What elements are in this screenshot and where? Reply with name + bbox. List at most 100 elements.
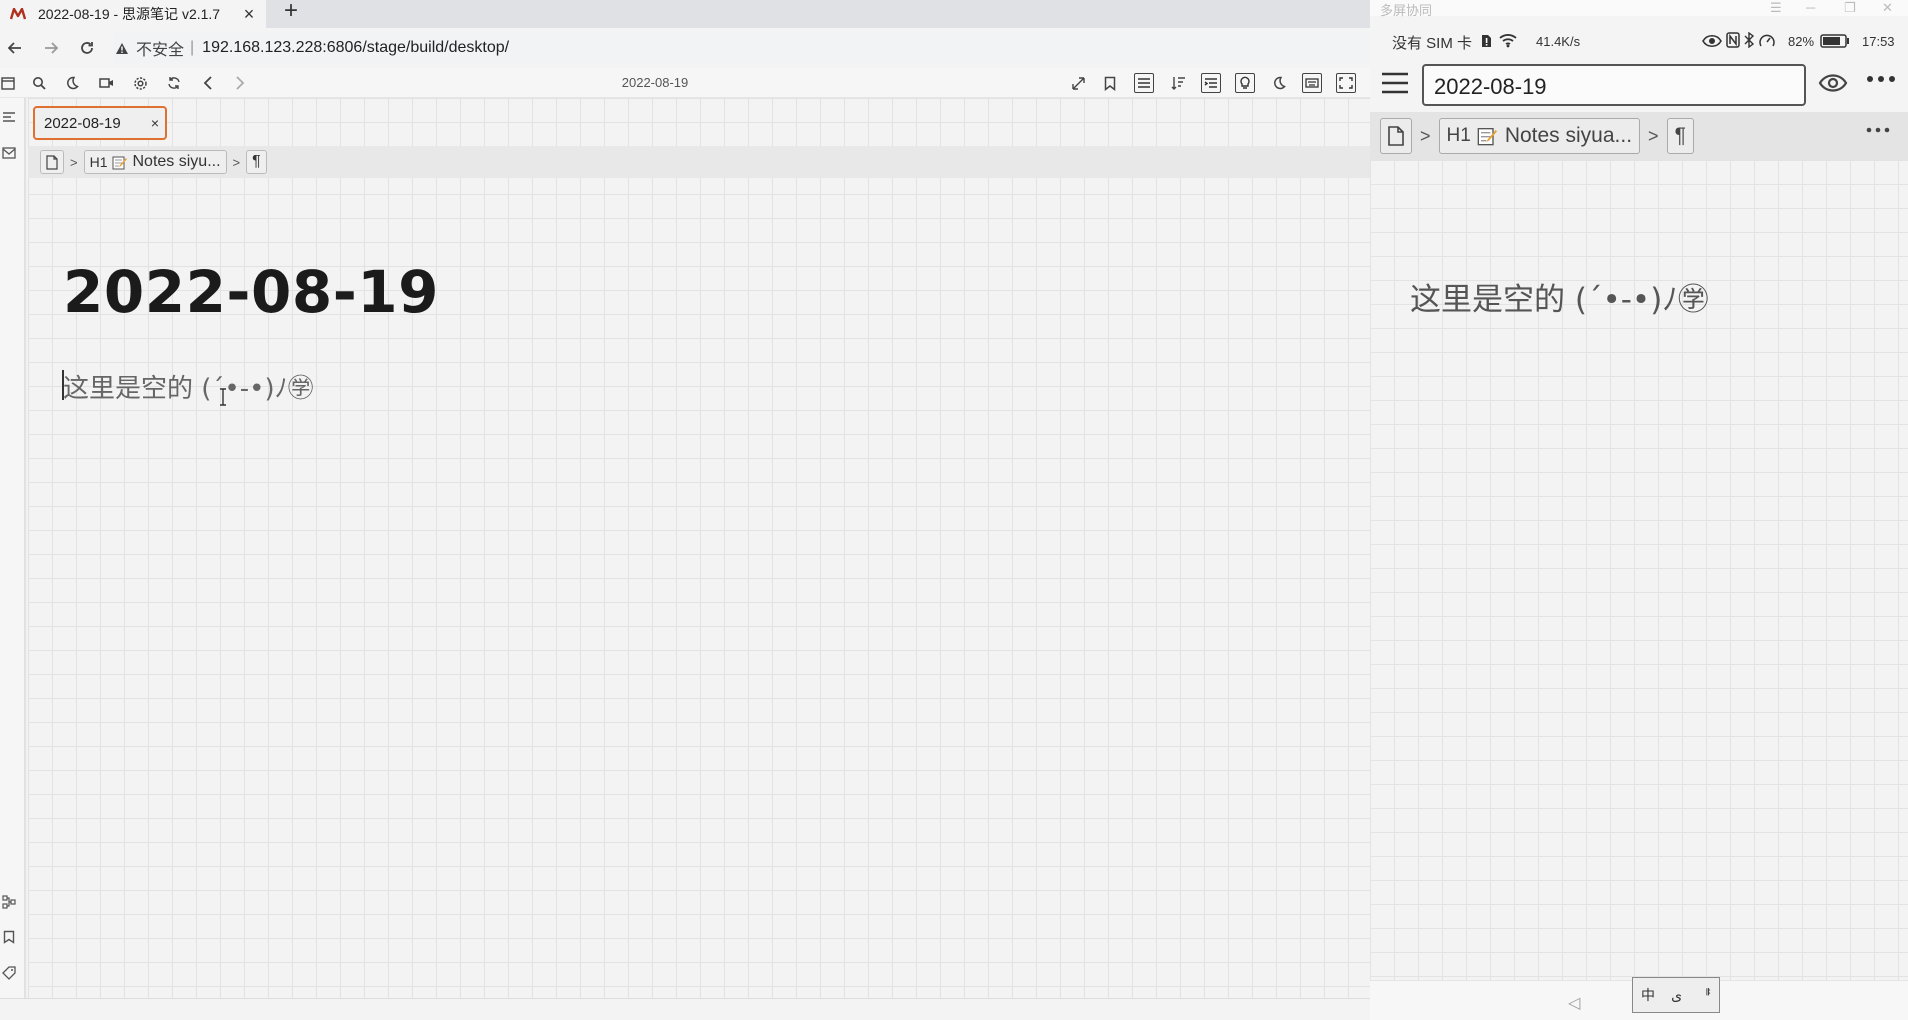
network-speed: 41.4K/s bbox=[1536, 34, 1581, 49]
document-icon bbox=[46, 154, 58, 170]
video-icon[interactable] bbox=[96, 73, 116, 93]
empty-document-placeholder[interactable]: 这里是空的 (´•-•)ﾉ㊫ bbox=[63, 368, 314, 405]
menu-icon[interactable]: ☰ bbox=[1770, 0, 1782, 16]
speedometer-icon bbox=[1759, 33, 1775, 48]
breadcrumb-separator-icon: > bbox=[70, 154, 78, 170]
url-separator: | bbox=[190, 39, 195, 56]
input-method-floating-bar[interactable]: 中 ى ᆙ bbox=[1632, 977, 1720, 1013]
mirror-window-name: 多屏协同 bbox=[1380, 3, 1433, 18]
phone-status-bar: 没有 SIM 卡 41.4K/s 82% 17:53 bbox=[1370, 26, 1908, 56]
back-icon bbox=[7, 40, 23, 56]
bluetooth-icon bbox=[1744, 32, 1754, 48]
eye-icon bbox=[1702, 34, 1722, 48]
hamburger-menu-icon[interactable] bbox=[1380, 70, 1410, 96]
outline-icon[interactable] bbox=[1201, 73, 1221, 93]
tag-icon[interactable] bbox=[0, 964, 18, 982]
close-tab-icon[interactable]: × bbox=[240, 5, 258, 23]
status-bar bbox=[0, 998, 1370, 1020]
memo-icon bbox=[112, 155, 127, 170]
breadcrumb-separator-icon: > bbox=[1648, 125, 1659, 146]
document-search-input[interactable]: 2022-08-19 bbox=[1422, 64, 1806, 106]
breadcrumb: > H1 Notes siyu... > ¶ bbox=[28, 146, 1370, 178]
sim-alert-icon bbox=[1481, 34, 1492, 48]
breadcrumb-separator-icon: > bbox=[1420, 125, 1431, 146]
list-icon[interactable] bbox=[1134, 73, 1154, 93]
file-tree-icon[interactable] bbox=[0, 108, 18, 126]
memo-icon bbox=[1477, 126, 1497, 146]
mirror-titlebar: 多屏协同 ☰ ─ ❐ ✕ bbox=[1370, 0, 1908, 18]
close-icon[interactable]: ✕ bbox=[1882, 0, 1893, 16]
breadcrumb-document-button[interactable] bbox=[40, 150, 64, 174]
phone-app-header: 2022-08-19 bbox=[1370, 58, 1908, 112]
nav-back-button[interactable]: ◁ bbox=[1568, 993, 1580, 1013]
phone-editor-area: 这里是空的 (´•-•)ﾉ㊫ bbox=[1370, 160, 1908, 980]
forward-button[interactable] bbox=[38, 35, 64, 61]
breadcrumb-more-icon[interactable] bbox=[1866, 126, 1898, 146]
ime-key[interactable]: ى bbox=[1671, 987, 1682, 1004]
back-button[interactable] bbox=[2, 35, 28, 61]
address-row: 不安全 | 192.168.123.228:6806/stage/build/d… bbox=[0, 28, 1370, 68]
breadcrumb-paragraph-button[interactable]: ¶ bbox=[1666, 118, 1694, 154]
inbox-icon[interactable] bbox=[0, 144, 18, 162]
breadcrumb-notebook-label: Notes siyu... bbox=[132, 153, 221, 170]
browser-tabstrip: 2022-08-19 - 思源笔记 v2.1.7 × + bbox=[0, 0, 1370, 28]
breadcrumb-heading-item[interactable]: H1 Notes siyua... bbox=[1438, 118, 1641, 154]
fullscreen-icon[interactable] bbox=[1336, 73, 1356, 93]
ime-key[interactable]: 中 bbox=[1641, 985, 1655, 1005]
sort-icon[interactable] bbox=[1168, 73, 1188, 93]
collapse-icon[interactable] bbox=[1068, 73, 1088, 93]
siyuan-toolbar: 2022-08-19 bbox=[0, 68, 1370, 98]
address-bar[interactable]: 不安全 | 192.168.123.228:6806/stage/build/d… bbox=[114, 32, 1370, 64]
document-tab[interactable]: 2022-08-19 × bbox=[33, 106, 167, 140]
empty-document-placeholder[interactable]: 这里是空的 (´•-•)ﾉ㊫ bbox=[1410, 274, 1709, 319]
heading-tag: H1 bbox=[89, 154, 108, 170]
more-options-icon[interactable] bbox=[1866, 74, 1898, 94]
moon-icon[interactable] bbox=[1269, 73, 1289, 93]
document-tab-label: 2022-08-19 bbox=[44, 114, 121, 132]
gear-icon[interactable] bbox=[130, 73, 150, 93]
reload-button[interactable] bbox=[74, 35, 100, 61]
calendar-icon[interactable] bbox=[0, 73, 18, 93]
url-text: 192.168.123.228:6806/stage/build/desktop… bbox=[202, 39, 510, 56]
new-tab-button[interactable]: + bbox=[280, 0, 302, 23]
restore-icon[interactable]: ❐ bbox=[1844, 0, 1856, 16]
breadcrumb-notebook-label: Notes siyua... bbox=[1504, 124, 1633, 147]
search-icon[interactable] bbox=[29, 73, 49, 93]
bookmark-icon[interactable] bbox=[1100, 73, 1120, 93]
read-mode-eye-icon[interactable] bbox=[1818, 72, 1850, 96]
phone-breadcrumb: > H1 Notes siyua... > ¶ bbox=[1370, 112, 1908, 160]
sync-icon[interactable] bbox=[164, 73, 184, 93]
chevron-right-icon[interactable] bbox=[230, 73, 250, 93]
ime-key[interactable]: ᆙ bbox=[1698, 985, 1711, 1005]
bookmark-icon[interactable] bbox=[0, 928, 18, 946]
keyboard-icon[interactable] bbox=[1302, 73, 1322, 93]
breadcrumb-document-button[interactable] bbox=[1380, 118, 1412, 154]
editor-area: 2022-08-19 × > H1 Notes siyu... > ¶ 2022… bbox=[28, 98, 1370, 998]
close-document-tab-icon[interactable]: × bbox=[145, 115, 165, 131]
page-title[interactable]: 2022-08-19 bbox=[63, 258, 439, 326]
left-dock bbox=[0, 98, 26, 1020]
clock: 17:53 bbox=[1862, 34, 1895, 49]
heading-tag: H1 bbox=[1446, 125, 1471, 146]
moon-icon[interactable] bbox=[62, 73, 82, 93]
chevron-left-icon[interactable] bbox=[198, 73, 218, 93]
phone-mirror-window: 多屏协同 ☰ ─ ❐ ✕ 没有 SIM 卡 41.4K/s 82% 17:53 bbox=[1370, 0, 1908, 1020]
breadcrumb-paragraph-button[interactable]: ¶ bbox=[246, 150, 267, 174]
paragraph-icon: ¶ bbox=[1674, 124, 1686, 147]
battery-icon bbox=[1820, 34, 1850, 48]
nfc-icon bbox=[1726, 32, 1740, 48]
browser-tab[interactable]: 2022-08-19 - 思源笔记 v2.1.7 × bbox=[0, 0, 266, 28]
breadcrumb-heading-item[interactable]: H1 Notes siyu... bbox=[83, 150, 227, 174]
insecure-label: 不安全 bbox=[136, 42, 185, 59]
lightbulb-icon[interactable] bbox=[1235, 73, 1255, 93]
document-icon bbox=[1388, 126, 1404, 146]
reload-icon bbox=[79, 40, 95, 56]
text-cursor-icon bbox=[218, 388, 228, 408]
graph-icon[interactable] bbox=[0, 893, 18, 911]
battery-level: 82% bbox=[1788, 34, 1815, 49]
forward-icon bbox=[43, 40, 59, 56]
minimize-icon[interactable]: ─ bbox=[1806, 0, 1815, 15]
phone-navigation-bar: ◁ 中 ى ᆙ bbox=[1370, 977, 1908, 1020]
siyuan-favicon-icon bbox=[10, 6, 26, 22]
carrier-label: 没有 SIM 卡 bbox=[1392, 35, 1473, 52]
